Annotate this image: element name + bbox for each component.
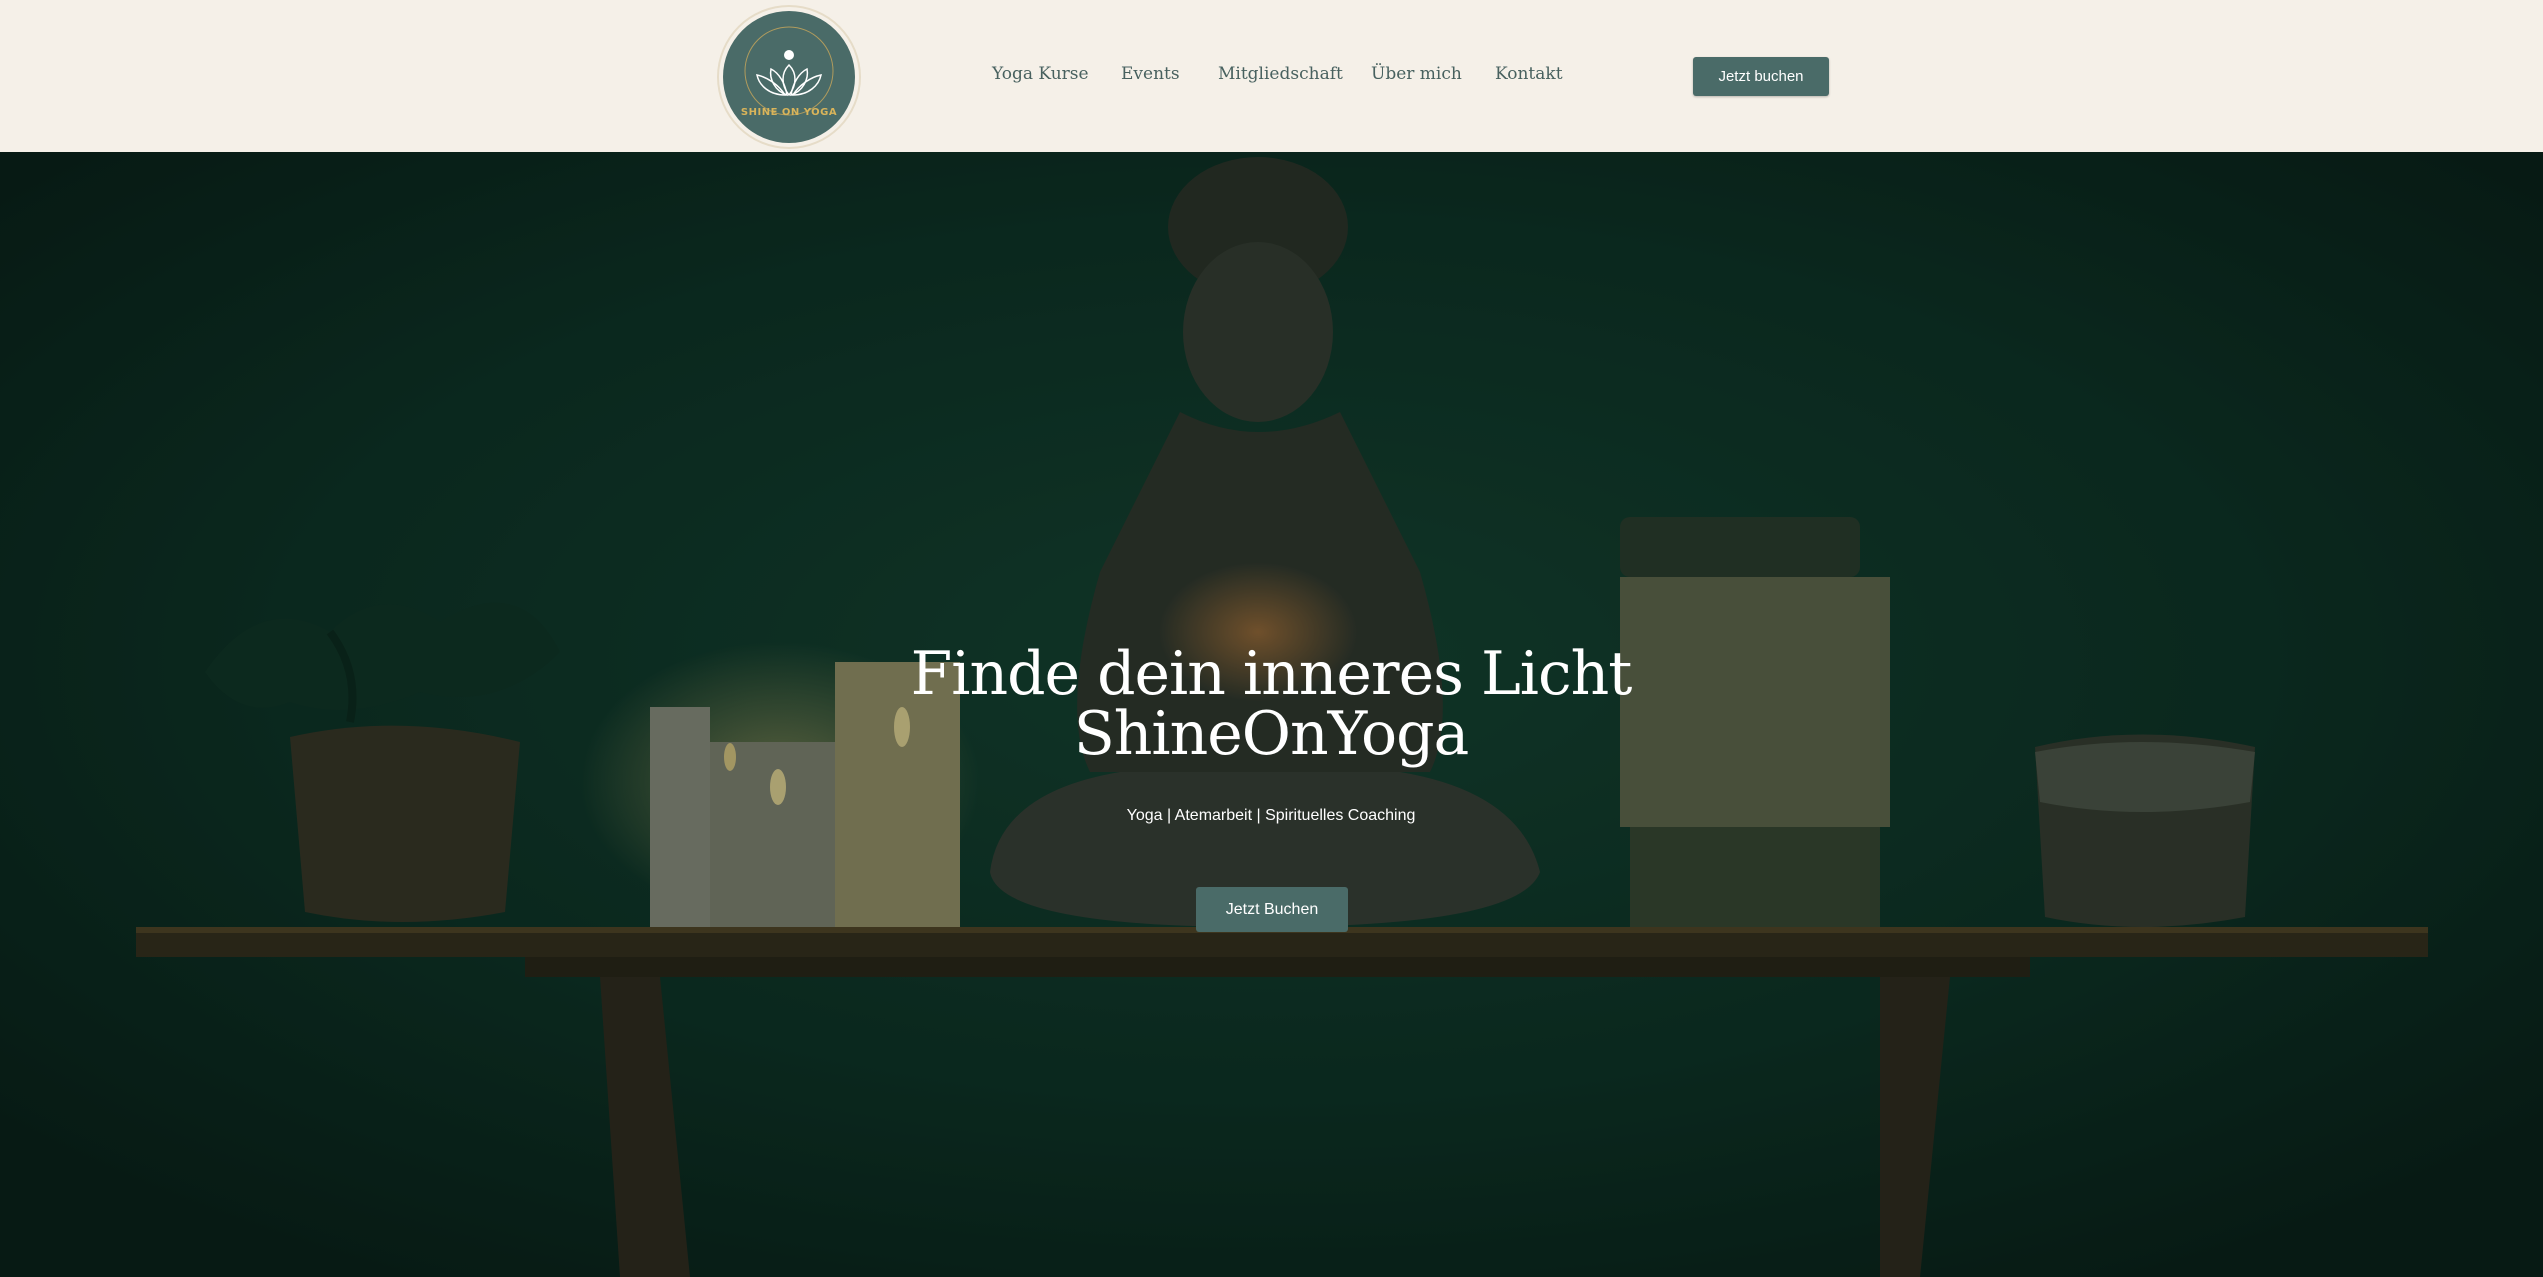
book-now-hero-button[interactable]: Jetzt Buchen — [1196, 887, 1348, 932]
nav-item-yoga-kurse[interactable]: Yoga Kurse — [992, 64, 1089, 84]
logo-badge: SHINE ON YOGA — [723, 11, 855, 143]
hero-title-line-1: Finde dein inneres Licht — [910, 639, 1633, 709]
hero-subtitle: Yoga | Atemarbeit | Spirituelles Coachin… — [1126, 807, 1416, 824]
site-logo[interactable]: SHINE ON YOGA — [719, 7, 859, 147]
lotus-icon — [744, 26, 834, 116]
nav-item-ueber-mich[interactable]: Über mich — [1371, 64, 1462, 84]
hero-section: Finde dein inneres Licht ShineOnYoga Yog… — [0, 152, 2543, 1277]
book-now-header-button[interactable]: Jetzt buchen — [1693, 57, 1829, 96]
hero-title-line-2: ShineOnYoga — [1073, 699, 1470, 769]
nav-item-mitgliedschaft[interactable]: Mitgliedschaft — [1218, 64, 1343, 84]
nav-item-events[interactable]: Events — [1121, 64, 1180, 84]
logo-text: SHINE ON YOGA — [740, 107, 838, 118]
site-header: SHINE ON YOGA Yoga Kurse Events Mitglied… — [0, 0, 2543, 152]
hero-title: Finde dein inneres Licht ShineOnYoga — [771, 644, 1771, 764]
nav-item-kontakt[interactable]: Kontakt — [1495, 64, 1563, 84]
